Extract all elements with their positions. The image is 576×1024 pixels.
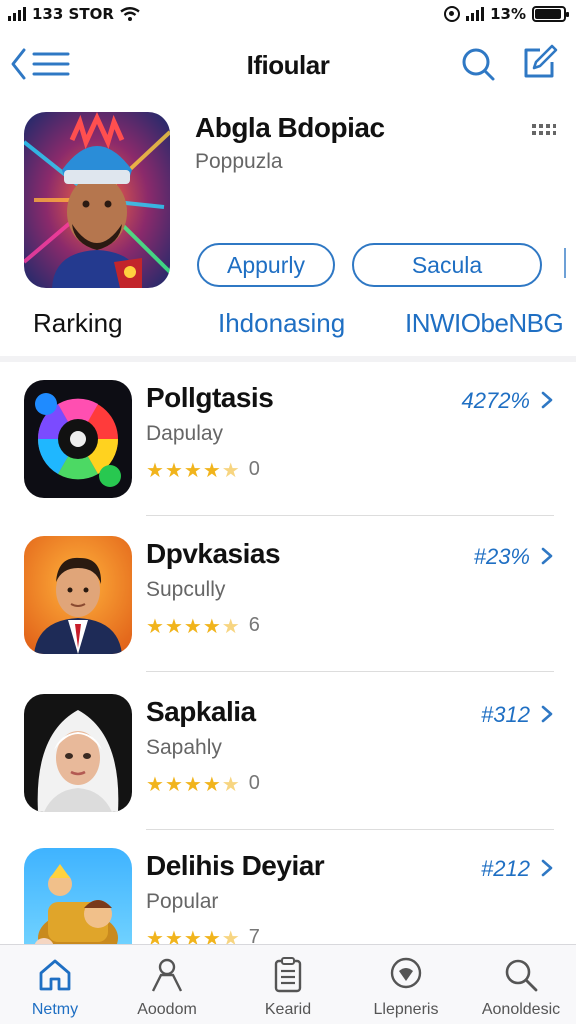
star-icon: ★ [146, 613, 164, 638]
person-icon [151, 958, 183, 992]
star-icon: ★ [183, 771, 202, 796]
star-icon: ★ [164, 771, 183, 796]
star-icon: ★ [183, 925, 202, 945]
segment-third[interactable]: INWIObeNBG [405, 308, 564, 339]
more-options-icon[interactable] [532, 124, 556, 136]
star-icon: ★ [164, 925, 183, 945]
row-divider [146, 671, 554, 672]
list-item[interactable]: Pollgtasis Dapulay ★ ★ ★ ★ ★ 0 4272% [0, 360, 576, 516]
compose-icon[interactable] [520, 44, 558, 82]
more-buttons-edge [564, 248, 576, 278]
secondary-button[interactable]: Sacula [352, 243, 542, 287]
list-item[interactable]: Sapkalia Sapahly ★ ★ ★ ★ ★ 0 #312 [0, 674, 576, 830]
tab-clipboard[interactable]: Kearid [233, 955, 343, 1019]
app-subtitle: Supcully [146, 578, 226, 601]
half-star-icon: ★ [221, 613, 240, 638]
star-icon: ★ [146, 457, 164, 482]
featured-app-title: Abgla Bdopiac [195, 112, 385, 143]
app-title: Pollgtasis [146, 382, 274, 413]
rating-count: 6 [248, 614, 260, 636]
tab-label: Netmy [31, 1001, 79, 1018]
star-icon: ★ [202, 457, 221, 482]
app-title: Delihis Deyiar [146, 850, 325, 881]
battery-percent: 13% [490, 5, 526, 23]
carrier-label: 133 STOR [32, 5, 114, 23]
rating-count: 0 [248, 458, 260, 480]
search-icon[interactable] [460, 46, 496, 82]
rating-count: 7 [248, 926, 260, 944]
featured-app-subtitle: Poppuzla [195, 150, 283, 173]
screen-record-icon [444, 6, 461, 22]
star-icon: ★ [202, 771, 221, 796]
signal-icon [466, 7, 485, 21]
tab-label: Aoodom [137, 1001, 197, 1018]
featured-app-icon[interactable] [24, 112, 170, 288]
star-rating: ★ ★ ★ ★ ★ 7 [146, 926, 260, 944]
star-icon: ★ [183, 613, 202, 638]
location-pin-icon [390, 957, 422, 989]
star-rating: ★ ★ ★ ★ ★ 0 [146, 458, 260, 481]
star-icon: ★ [183, 457, 202, 482]
tab-bar: Netmy Aoodom Kearid Llepneris Aonoldesic [0, 944, 576, 1024]
tab-search[interactable]: Aonoldesic [466, 955, 576, 1019]
rank-label: #23% [473, 544, 530, 569]
app-icon [24, 848, 132, 944]
rank-label: 4272% [461, 388, 530, 413]
navigation-bar: Ifioular [0, 36, 576, 92]
app-subtitle: Sapahly [146, 736, 222, 759]
star-icon: ★ [202, 613, 221, 638]
star-icon: ★ [164, 457, 183, 482]
chevron-right-icon [541, 391, 553, 409]
app-subtitle: Popular [146, 890, 219, 913]
search-icon [505, 959, 538, 992]
rank-label: #312 [481, 702, 530, 727]
rating-count: 0 [248, 772, 260, 794]
home-icon [39, 959, 71, 991]
star-icon: ★ [146, 925, 164, 945]
battery-icon [532, 6, 569, 22]
list-item[interactable]: Delihis Deyiar Popular ★ ★ ★ ★ ★ 7 #212 [0, 828, 576, 944]
chevron-right-icon [541, 705, 553, 723]
segment-ranking[interactable]: Rarking [33, 308, 123, 339]
app-icon [24, 380, 132, 498]
tab-label: Llepneris [373, 1001, 439, 1018]
status-right: 13% [444, 5, 569, 23]
tab-person[interactable]: Aoodom [112, 955, 222, 1019]
list-item[interactable]: Dpvkasias Supcully ★ ★ ★ ★ ★ 6 #23% [0, 516, 576, 672]
app-title: Dpvkasias [146, 538, 281, 569]
tab-location[interactable]: Llepneris [351, 955, 461, 1019]
star-rating: ★ ★ ★ ★ ★ 6 [146, 614, 260, 637]
chevron-right-icon [541, 859, 553, 877]
star-icon: ★ [146, 771, 164, 796]
star-icon: ★ [164, 613, 183, 638]
status-bar: 133 STOR 13% [0, 0, 576, 28]
status-left: 133 STOR [8, 5, 140, 23]
chevron-right-icon [541, 547, 553, 565]
app-icon [24, 694, 132, 812]
tab-home[interactable]: Netmy [0, 955, 110, 1019]
rank-label: #212 [481, 856, 530, 881]
app-icon [24, 536, 132, 654]
clipboard-icon [274, 957, 302, 993]
half-star-icon: ★ [221, 771, 240, 796]
half-star-icon: ★ [221, 925, 240, 945]
star-icon: ★ [202, 925, 221, 945]
star-rating: ★ ★ ★ ★ ★ 0 [146, 772, 260, 795]
wifi-icon [120, 7, 140, 21]
tab-label: Kearid [264, 1001, 312, 1018]
app-title: Sapkalia [146, 696, 256, 727]
segment-second[interactable]: Ihdonasing [218, 308, 345, 339]
battery-fill [535, 9, 561, 19]
half-star-icon: ★ [221, 457, 240, 482]
app-subtitle: Dapulay [146, 422, 224, 445]
signal-icon [8, 7, 26, 21]
tab-label: Aonoldesic [481, 1001, 561, 1018]
apply-button[interactable]: Appurly [197, 243, 335, 287]
